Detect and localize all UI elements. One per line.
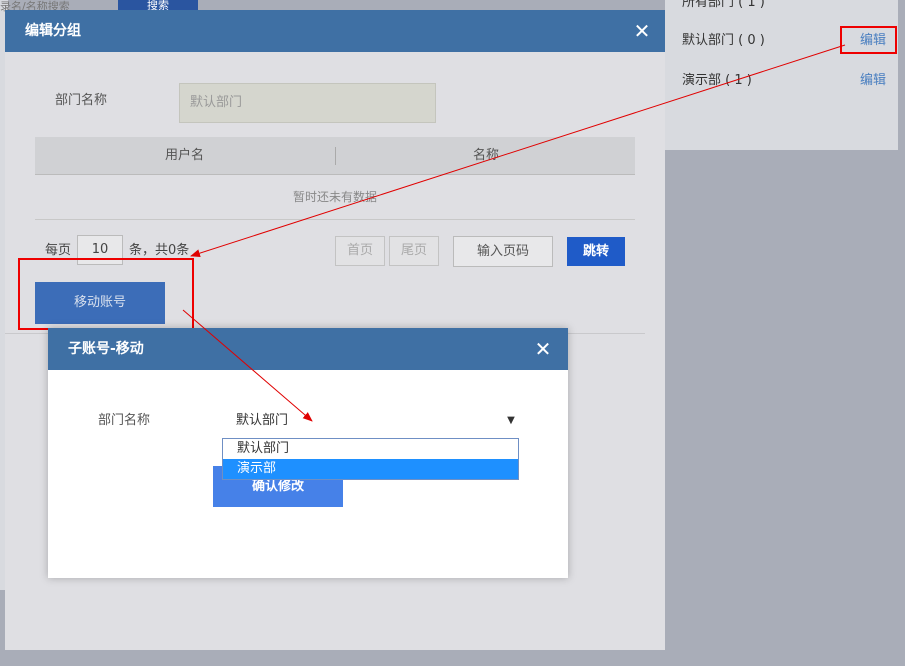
column-divider — [335, 147, 336, 165]
edit-modal-header: 编辑分组 ✕ — [5, 10, 665, 52]
department-item-all[interactable]: 所有部门 ( 1 ) — [682, 0, 765, 14]
annotation-highlight-move — [18, 258, 194, 330]
caret-down-icon[interactable]: ▼ — [504, 410, 518, 432]
page-number-input[interactable]: 输入页码 — [453, 236, 553, 267]
edit-link-demo[interactable]: 编辑 — [860, 70, 886, 92]
close-icon[interactable]: ✕ — [532, 338, 554, 360]
column-name: 名称 — [473, 148, 500, 163]
dept-dropdown-list: 默认部门 演示部 — [222, 438, 519, 480]
department-item-demo[interactable]: 演示部 ( 1 ) — [682, 70, 752, 92]
jump-button[interactable]: 跳转 — [567, 237, 625, 266]
move-modal-title: 子账号-移动 — [68, 341, 144, 357]
dept-name-label: 部门名称 — [55, 93, 108, 108]
column-username: 用户名 — [165, 148, 205, 163]
move-dept-label: 部门名称 — [98, 413, 151, 428]
edit-modal-title: 编辑分组 — [25, 23, 81, 39]
last-page-button[interactable]: 尾页 — [389, 236, 439, 266]
table-divider — [35, 219, 635, 220]
user-table-header: 用户名 名称 — [35, 137, 635, 175]
empty-table-message: 暂时还未有数据 — [292, 190, 377, 204]
department-item-default[interactable]: 默认部门 ( 0 ) — [682, 30, 765, 52]
move-modal-header: 子账号-移动 ✕ — [48, 328, 568, 370]
move-account-modal: 子账号-移动 ✕ 部门名称 默认部门 ▼ 确认修改 默认部门 演示部 — [48, 328, 568, 578]
first-page-button[interactable]: 首页 — [335, 236, 385, 266]
dropdown-option-demo[interactable]: 演示部 — [223, 459, 518, 479]
annotation-highlight-edit — [840, 26, 897, 54]
dept-name-input[interactable]: 默认部门 — [179, 83, 436, 123]
close-icon[interactable]: ✕ — [631, 20, 653, 42]
dept-select[interactable]: 默认部门 — [236, 410, 288, 432]
dropdown-option-default[interactable]: 默认部门 — [223, 439, 518, 459]
